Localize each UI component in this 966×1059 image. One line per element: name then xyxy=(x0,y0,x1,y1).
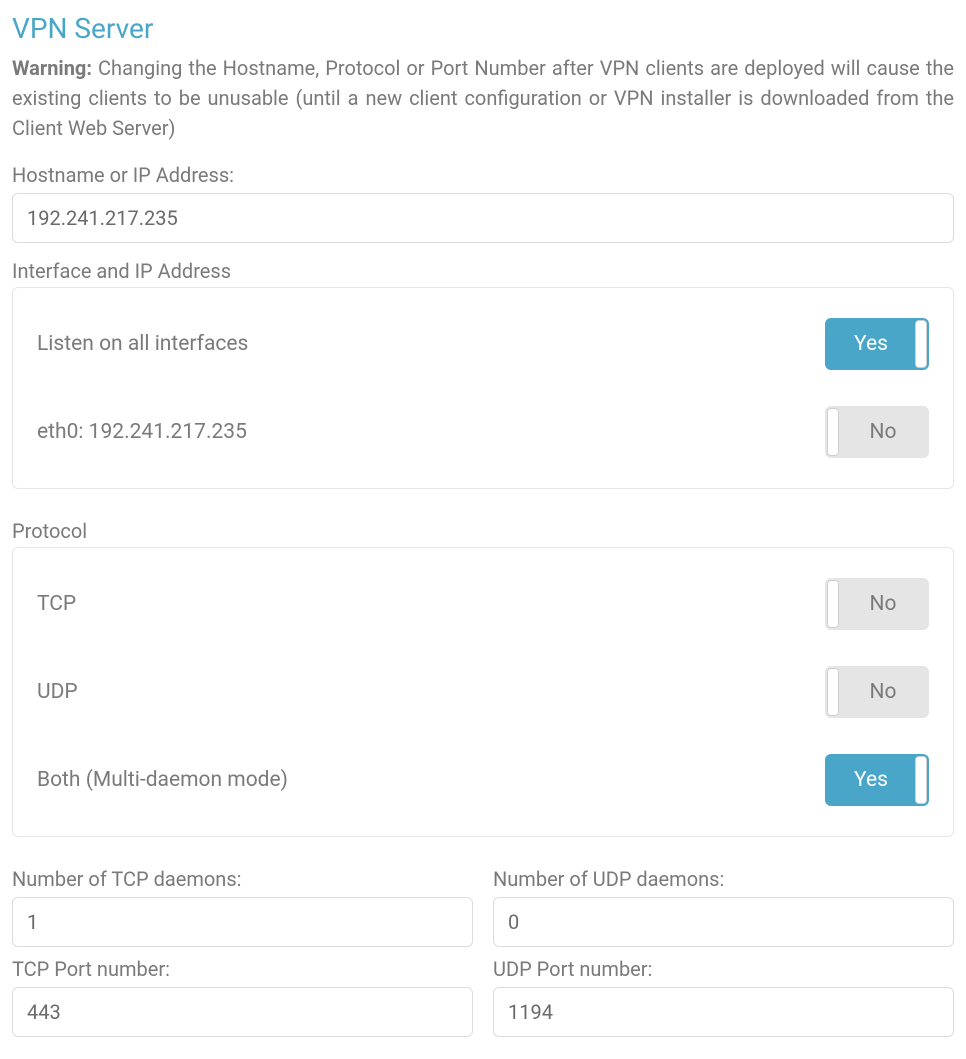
protocol-option-label-0: TCP xyxy=(37,592,76,616)
protocol-toggle-both[interactable]: Yes xyxy=(825,754,929,806)
protocol-option-label-1: UDP xyxy=(37,680,78,704)
hostname-input[interactable] xyxy=(12,193,954,243)
hostname-label: Hostname or IP Address: xyxy=(12,163,954,187)
interface-option-label-1: eth0: 192.241.217.235 xyxy=(37,420,247,444)
protocol-toggle-tcp[interactable]: No xyxy=(825,578,929,630)
interface-section-label: Interface and IP Address xyxy=(12,259,954,283)
toggle-text: No xyxy=(870,420,897,444)
interface-option-label-0: Listen on all interfaces xyxy=(37,332,248,356)
warning-prefix: Warning: xyxy=(12,56,92,80)
protocol-option-label-2: Both (Multi-daemon mode) xyxy=(37,768,288,792)
interface-option-row: Listen on all interfaces Yes xyxy=(37,300,929,388)
toggle-handle xyxy=(915,756,927,804)
protocol-option-row: TCP No xyxy=(37,560,929,648)
tcp-daemons-label: Number of TCP daemons: xyxy=(12,867,473,891)
udp-daemons-input[interactable] xyxy=(493,897,954,947)
toggle-handle xyxy=(827,668,839,716)
page-title: VPN Server xyxy=(12,12,954,45)
warning-text: Warning: Changing the Hostname, Protocol… xyxy=(12,53,954,143)
toggle-handle xyxy=(827,580,839,628)
toggle-handle xyxy=(827,408,839,456)
protocol-panel: TCP No UDP No Both (Multi-daemon mode) Y… xyxy=(12,547,954,837)
toggle-text: No xyxy=(870,592,897,616)
toggle-text: No xyxy=(870,680,897,704)
protocol-option-row: Both (Multi-daemon mode) Yes xyxy=(37,736,929,824)
toggle-text: Yes xyxy=(854,332,888,356)
interface-toggle-eth0[interactable]: No xyxy=(825,406,929,458)
interface-toggle-all[interactable]: Yes xyxy=(825,318,929,370)
interface-option-row: eth0: 192.241.217.235 No xyxy=(37,388,929,476)
tcp-daemons-input[interactable] xyxy=(12,897,473,947)
udp-port-input[interactable] xyxy=(493,987,954,1037)
interface-panel: Listen on all interfaces Yes eth0: 192.2… xyxy=(12,287,954,489)
udp-daemons-label: Number of UDP daemons: xyxy=(493,867,954,891)
warning-body: Changing the Hostname, Protocol or Port … xyxy=(12,56,954,140)
tcp-port-input[interactable] xyxy=(12,987,473,1037)
toggle-text: Yes xyxy=(854,768,888,792)
toggle-handle xyxy=(915,320,927,368)
tcp-port-label: TCP Port number: xyxy=(12,957,473,981)
udp-port-label: UDP Port number: xyxy=(493,957,954,981)
protocol-option-row: UDP No xyxy=(37,648,929,736)
protocol-section-label: Protocol xyxy=(12,519,954,543)
protocol-toggle-udp[interactable]: No xyxy=(825,666,929,718)
